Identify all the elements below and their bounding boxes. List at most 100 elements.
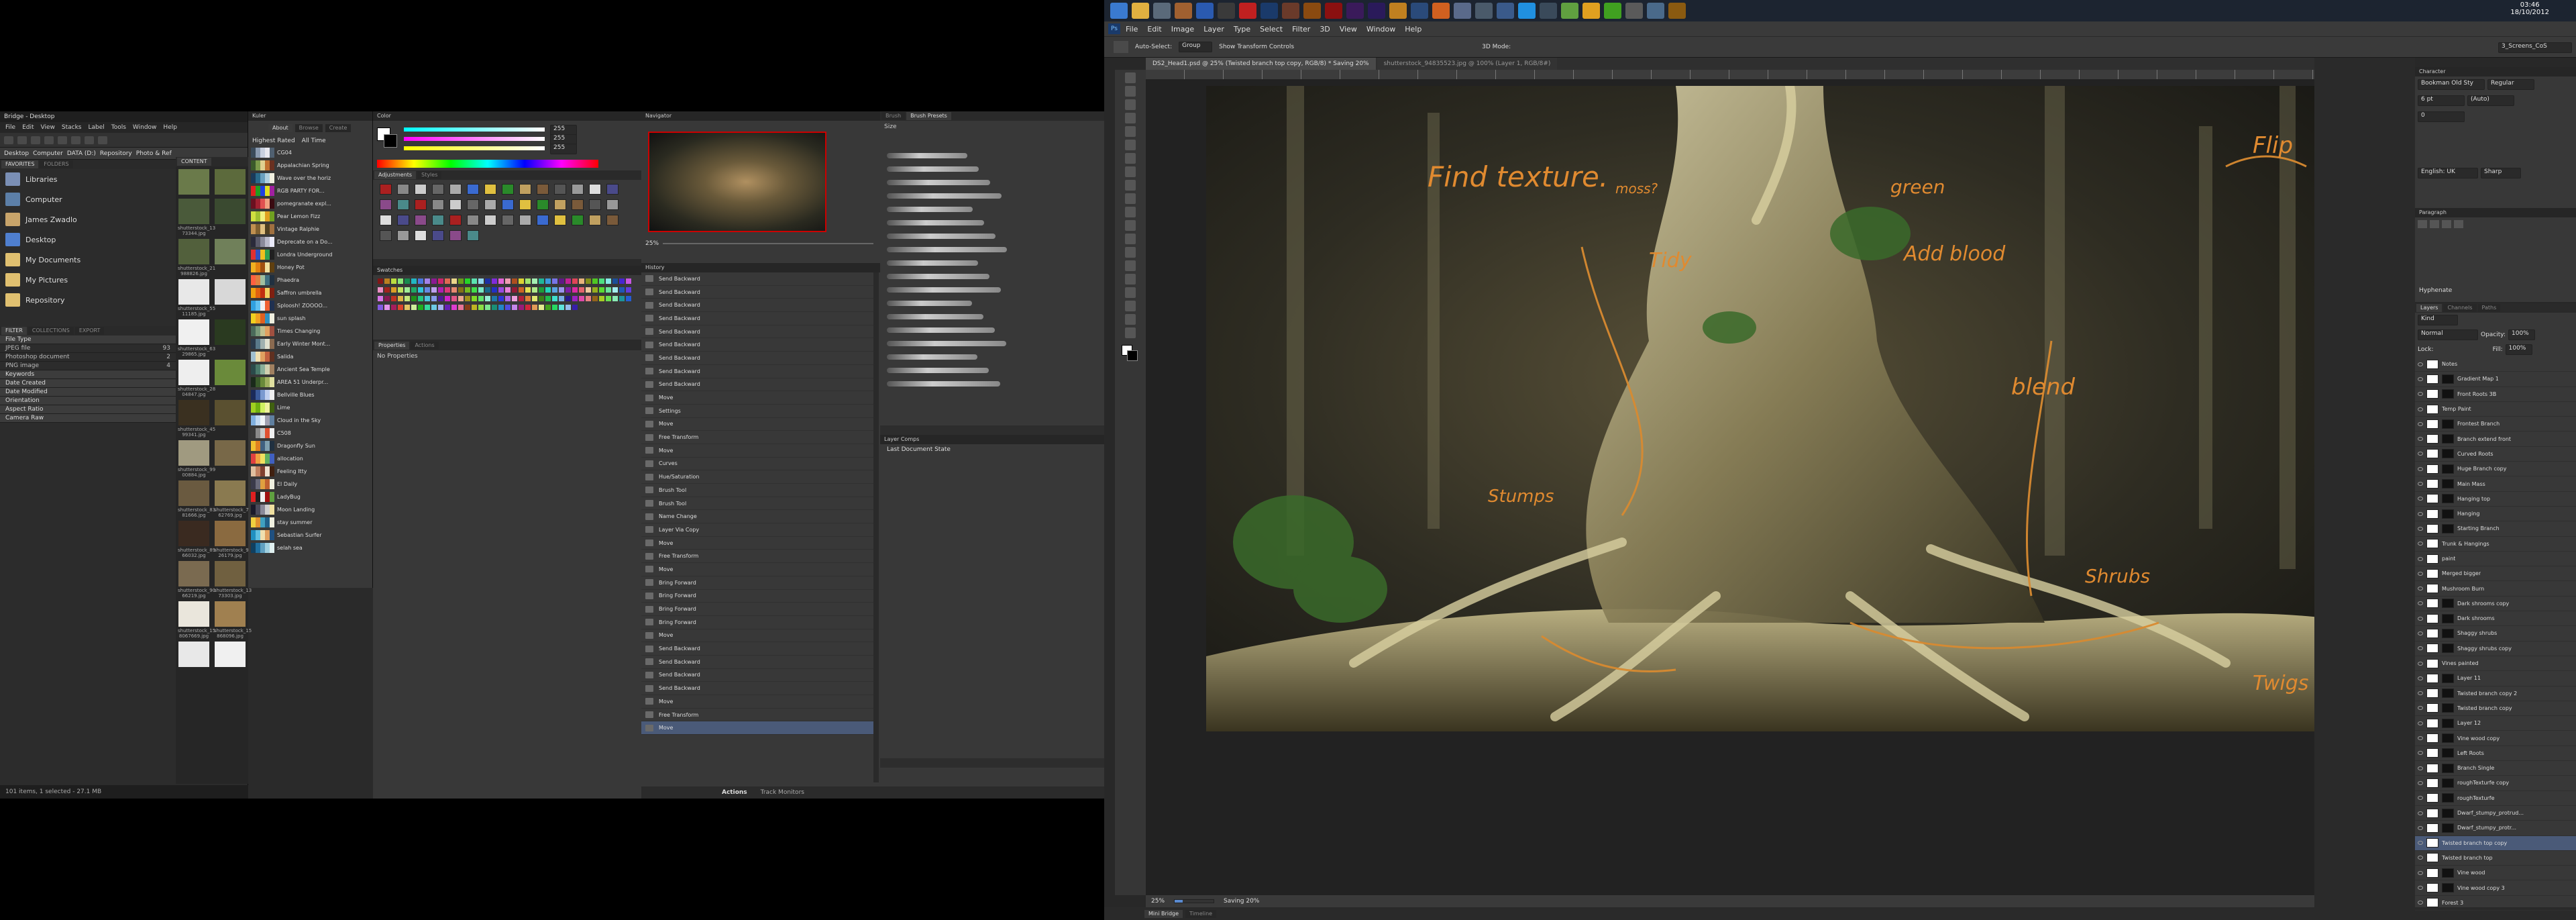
layer-row[interactable]: Twisted branch top copy: [2415, 835, 2576, 851]
color-swatch[interactable]: [532, 296, 537, 301]
color-swatch[interactable]: [532, 278, 537, 284]
layer-row[interactable]: Shaggy shrubs: [2415, 626, 2576, 642]
history-item[interactable]: Send Backward: [641, 338, 876, 352]
app-icon-9[interactable]: [1475, 3, 1493, 19]
app-icon-2[interactable]: [1175, 3, 1192, 19]
style-swatch[interactable]: [484, 215, 496, 225]
ps-menu-window[interactable]: Window: [1366, 25, 1395, 34]
kuler-theme[interactable]: Feeling Itty: [248, 465, 372, 478]
layer-row[interactable]: Curved Roots: [2415, 447, 2576, 462]
eye-icon[interactable]: [2418, 497, 2423, 501]
thumbnail[interactable]: [214, 319, 246, 346]
layer-row[interactable]: Twisted branch copy: [2415, 701, 2576, 717]
brush-stroke[interactable]: [887, 301, 972, 306]
app-icon-5[interactable]: [1389, 3, 1407, 19]
brush-tab[interactable]: Brush: [881, 112, 906, 120]
color-swatch[interactable]: [612, 296, 618, 301]
kuler-tab[interactable]: About: [268, 124, 292, 132]
thumbnail[interactable]: [214, 169, 246, 196]
color-swatch[interactable]: [552, 305, 557, 310]
thumbnail[interactable]: [214, 279, 246, 306]
layer-row[interactable]: Dwarf_stumpy_protr...: [2415, 821, 2576, 836]
eye-icon[interactable]: [2418, 751, 2423, 756]
style-swatch[interactable]: [467, 230, 479, 241]
color-swatch[interactable]: [384, 305, 390, 310]
color-swatch[interactable]: [472, 305, 477, 310]
eye-icon[interactable]: [2418, 721, 2423, 725]
color-swatch[interactable]: [445, 287, 450, 293]
kuler-theme[interactable]: Cloud in the Sky: [248, 414, 372, 427]
navigator-zoom-slider[interactable]: [663, 243, 873, 244]
layer-row[interactable]: Branch Single: [2415, 761, 2576, 776]
layer-row[interactable]: Hanging: [2415, 507, 2576, 522]
color-swatch[interactable]: [626, 296, 631, 301]
kuler-theme[interactable]: AREA 51 Underpr...: [248, 376, 372, 389]
color-swatch[interactable]: [451, 287, 457, 293]
color-swatch[interactable]: [566, 296, 571, 301]
breadcrumb-item[interactable]: DATA (D:): [67, 150, 96, 157]
color-swatch[interactable]: [492, 296, 497, 301]
color-swatch[interactable]: [498, 296, 504, 301]
color-swatch[interactable]: [619, 296, 625, 301]
eye-icon[interactable]: [2418, 571, 2423, 576]
layer-row[interactable]: Vine wood: [2415, 866, 2576, 881]
layer-row[interactable]: Dwarf_stumpy_protrud...: [2415, 806, 2576, 821]
color-swatch[interactable]: [418, 278, 423, 284]
color-swatch[interactable]: [592, 296, 598, 301]
color-swatch[interactable]: [599, 296, 604, 301]
style-swatch[interactable]: [432, 199, 444, 210]
color-swatch[interactable]: [519, 287, 524, 293]
kuler-theme[interactable]: Early Winter Mont...: [248, 338, 372, 350]
antialias-select[interactable]: Sharp: [2481, 168, 2521, 178]
ps-menu-edit[interactable]: Edit: [1147, 25, 1161, 34]
layer-row[interactable]: Vines painted: [2415, 656, 2576, 672]
favorite-item[interactable]: Repository: [0, 290, 176, 310]
style-swatch[interactable]: [537, 215, 549, 225]
layer-row[interactable]: paint: [2415, 552, 2576, 567]
filter-row[interactable]: PNG image 4: [0, 362, 176, 370]
explorer-icon[interactable]: [1132, 3, 1149, 19]
layer-row[interactable]: Left Roots: [2415, 746, 2576, 762]
color-swatch[interactable]: [411, 287, 417, 293]
color-swatch[interactable]: [525, 287, 531, 293]
color-swatch[interactable]: [572, 287, 578, 293]
style-swatch[interactable]: [606, 199, 619, 210]
layer-row[interactable]: Branch extend front: [2415, 431, 2576, 447]
style-swatch[interactable]: [449, 230, 462, 241]
brush-stroke[interactable]: [887, 207, 973, 212]
eye-icon[interactable]: [2418, 376, 2423, 381]
properties-tab[interactable]: Actions: [411, 342, 439, 350]
up-icon[interactable]: [44, 136, 54, 144]
app-icon-7[interactable]: [1432, 3, 1450, 19]
opacity-field[interactable]: 100%: [2508, 329, 2535, 340]
transform-controls-checkbox[interactable]: Show Transform Controls: [1219, 44, 1294, 50]
history-item[interactable]: Send Backward: [641, 299, 876, 313]
color-swatch[interactable]: [525, 305, 531, 310]
background-color-icon[interactable]: [1127, 350, 1138, 361]
layers-tab[interactable]: Channels: [2443, 304, 2477, 312]
thumbnail[interactable]: shutterstock_28 04847.jpg: [178, 360, 215, 397]
color-swatch[interactable]: [539, 296, 544, 301]
kuler-theme[interactable]: Appalachian Spring: [248, 159, 372, 172]
color-swatch[interactable]: [445, 296, 450, 301]
thumbnail[interactable]: [214, 400, 246, 427]
kuler-tab[interactable]: Browse: [294, 124, 323, 132]
color-swatch[interactable]: [612, 287, 618, 293]
styles-tab[interactable]: Styles: [417, 171, 442, 179]
history-item[interactable]: Move: [641, 444, 876, 458]
color-swatch[interactable]: [405, 296, 410, 301]
style-swatch[interactable]: [397, 230, 409, 241]
back-icon[interactable]: [4, 136, 13, 144]
rotate-left-icon[interactable]: [58, 136, 67, 144]
filter-row[interactable]: Photoshop document 2: [0, 353, 176, 362]
eye-icon[interactable]: [2418, 526, 2423, 531]
thumbnail[interactable]: shutterstock_73 62769.jpg: [214, 480, 252, 518]
style-swatch[interactable]: [380, 199, 392, 210]
tab-content[interactable]: CONTENT: [177, 158, 211, 166]
kuler-theme[interactable]: El Daily: [248, 478, 372, 491]
thumbnail[interactable]: shutterstock_13 73344.jpg: [178, 199, 215, 236]
style-swatch[interactable]: [519, 184, 531, 195]
color-swatch[interactable]: [552, 296, 557, 301]
layer-row[interactable]: Layer 12: [2415, 716, 2576, 731]
ps-menu-file[interactable]: File: [1126, 25, 1138, 34]
